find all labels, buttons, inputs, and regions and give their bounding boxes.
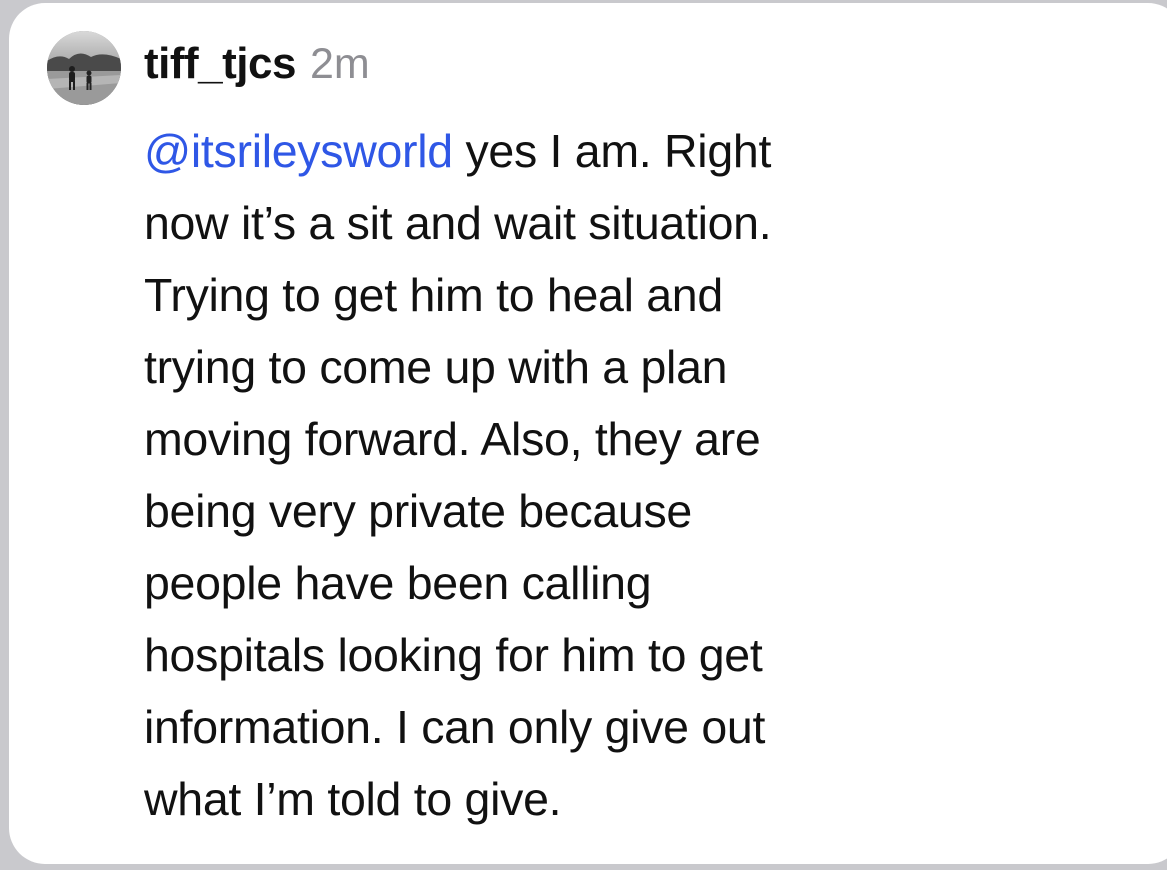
username-link[interactable]: tiff_tjcs: [144, 39, 296, 89]
comment-line: @itsrileysworld yes I am. Right: [144, 115, 984, 187]
comment-line: people have been calling: [144, 557, 652, 609]
avatar[interactable]: [47, 31, 121, 105]
mention-link[interactable]: @itsrileysworld: [144, 125, 453, 177]
comment-line: trying to come up with a plan: [144, 341, 728, 393]
comment-line: now it’s a sit and wait situation.: [144, 197, 772, 249]
comment-line: Trying to get him to heal and: [144, 269, 723, 321]
comment-text: @itsrileysworld yes I am. Right now it’s…: [144, 115, 984, 835]
comment-line: what I’m told to give.: [144, 773, 562, 825]
comment-card: tiff_tjcs 2m @itsrileysworld yes I am. R…: [9, 3, 1167, 864]
comment-line: hospitals looking for him to get: [144, 629, 763, 681]
comment-line-text: yes I am. Right: [452, 125, 772, 177]
comment-line: information. I can only give out: [144, 701, 766, 753]
comment-line: moving forward. Also, they are: [144, 413, 761, 465]
comment-header: tiff_tjcs 2m: [144, 39, 370, 99]
comment-line: being very private because: [144, 485, 692, 537]
avatar-photo-icon: [47, 31, 121, 105]
timestamp: 2m: [309, 40, 370, 88]
